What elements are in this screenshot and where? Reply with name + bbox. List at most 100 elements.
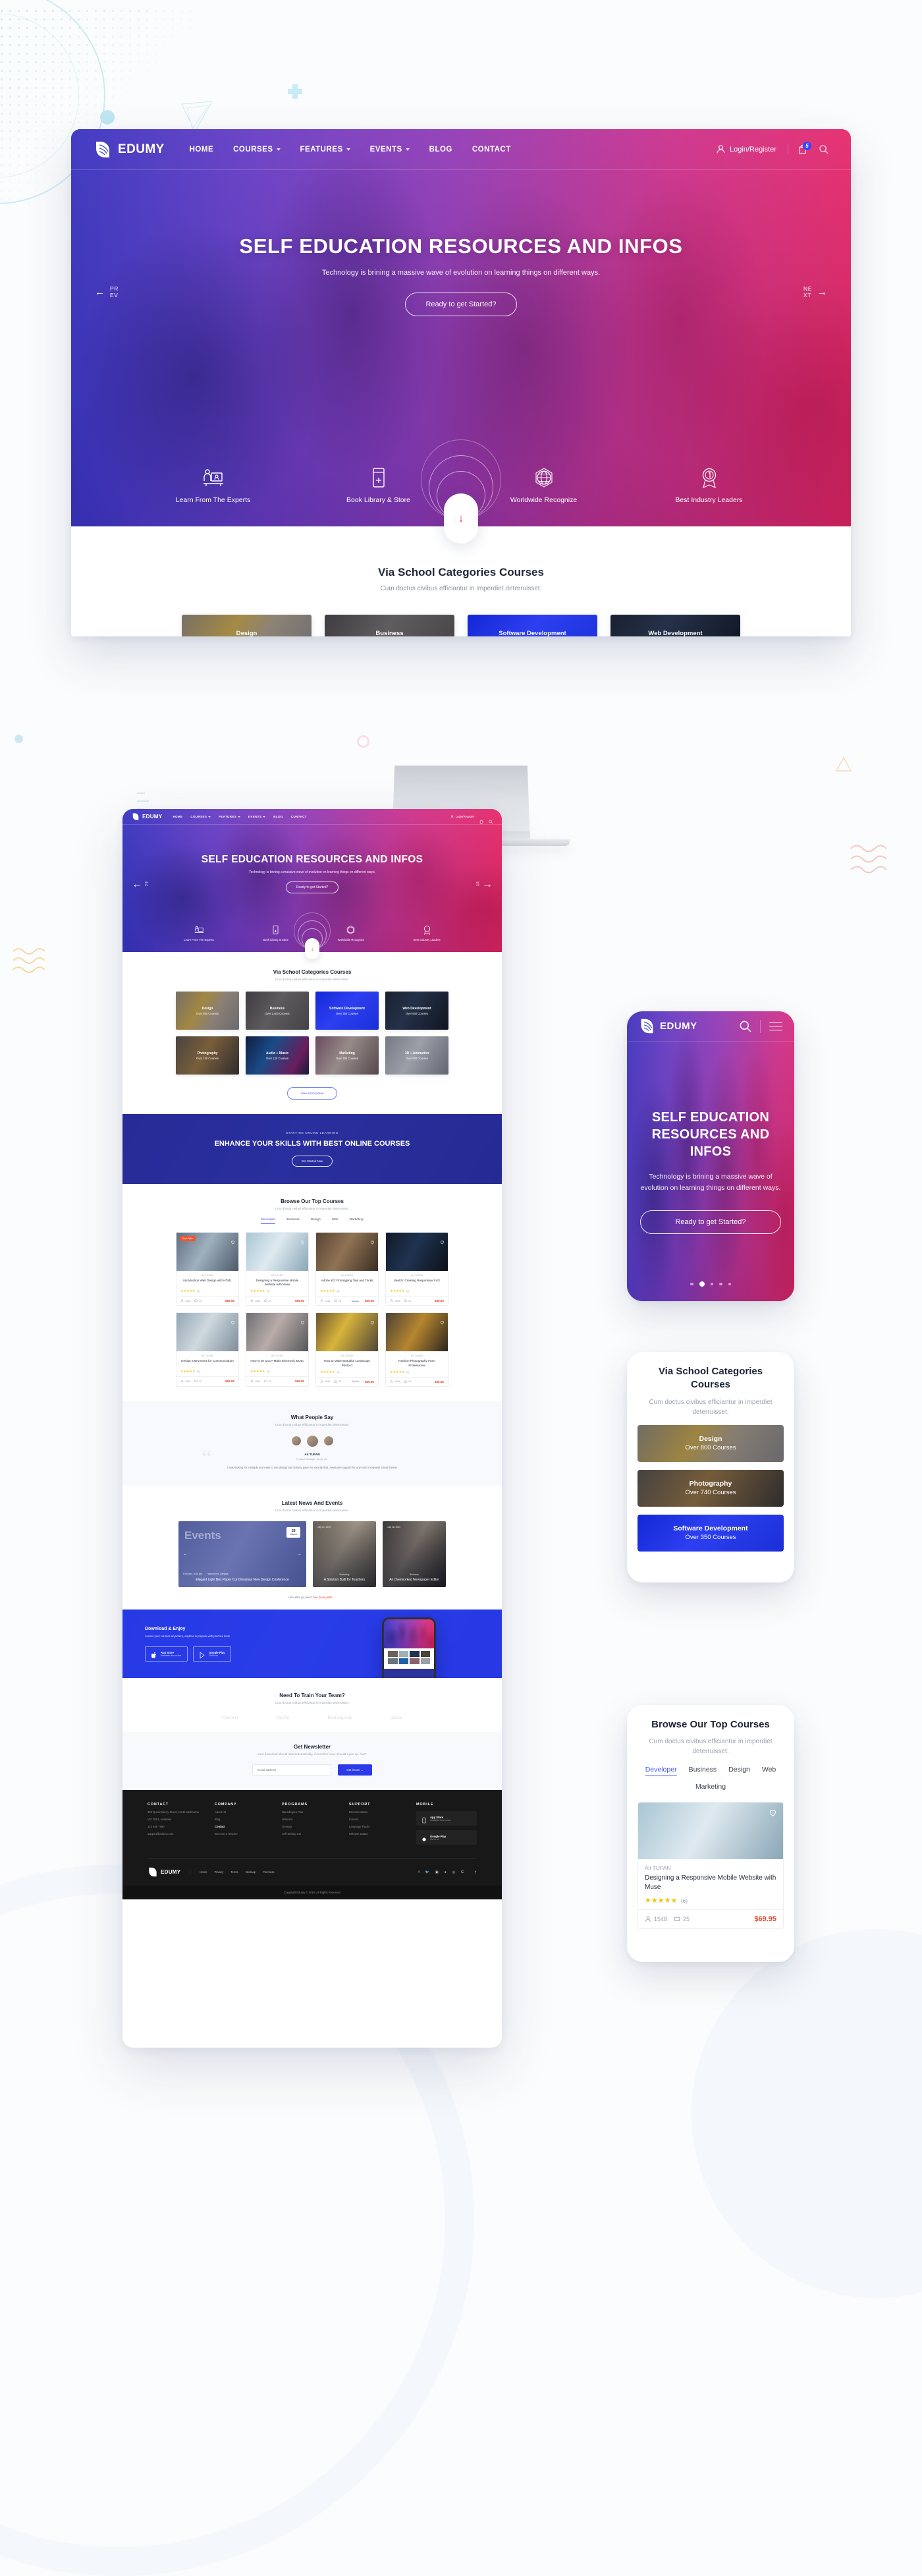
slider-dot[interactable] bbox=[728, 1282, 731, 1286]
tab-marketing[interactable]: Marketing bbox=[695, 1783, 726, 1793]
heart-icon[interactable] bbox=[300, 1236, 305, 1245]
category-card[interactable]: Marketing Over 280 Courses bbox=[315, 1036, 379, 1075]
footer-link[interactable]: About Us bbox=[215, 1810, 275, 1814]
course-card[interactable]: Ali TUFAN Designing a Responsive Mobile … bbox=[637, 1802, 784, 1930]
see-more-link[interactable]: See more posts bbox=[313, 1596, 332, 1599]
hamburger-menu-icon[interactable] bbox=[769, 1021, 782, 1031]
event-prev-button[interactable]: ← bbox=[183, 1552, 188, 1557]
footer-link[interactable]: Release Status bbox=[349, 1832, 410, 1835]
footer-google-play-button[interactable]: Google Play Get in on bbox=[416, 1830, 477, 1845]
view-all-courses-button[interactable]: View All Courses bbox=[286, 1087, 338, 1100]
slider-prev-button[interactable]: ← PR EV bbox=[132, 879, 148, 891]
nav-item-contact[interactable]: CONTACT bbox=[291, 815, 307, 818]
google-icon[interactable]: G bbox=[461, 1870, 464, 1874]
avatar[interactable] bbox=[323, 1435, 334, 1446]
heart-icon[interactable] bbox=[370, 1236, 375, 1245]
footer-link[interactable]: Self-Driving Car bbox=[282, 1832, 342, 1835]
hero-cta-button[interactable]: Ready to get Started? bbox=[640, 1210, 781, 1235]
course-card[interactable]: Ali TUFAN Fashion Photography From Profe… bbox=[385, 1312, 448, 1387]
feature-industry-leaders[interactable]: Best Industry Leaders bbox=[414, 925, 441, 941]
post-card[interactable]: July 21, 2019 Marketing A Solution Built… bbox=[313, 1521, 376, 1588]
back-to-top-button[interactable]: ↑ bbox=[474, 1869, 477, 1875]
feature-industry-leaders[interactable]: Best Industry Leaders bbox=[643, 466, 775, 504]
slider-dot[interactable] bbox=[719, 1282, 722, 1286]
slider-dot[interactable] bbox=[690, 1282, 693, 1286]
feature-learn-from-experts[interactable]: Learn From The Experts bbox=[148, 466, 279, 504]
instagram-icon[interactable]: ▣ bbox=[435, 1870, 439, 1874]
search-icon[interactable] bbox=[489, 815, 493, 824]
slider-prev-button[interactable]: ← PR EV bbox=[95, 285, 119, 299]
search-icon[interactable] bbox=[819, 144, 828, 154]
tab-design[interactable]: Design bbox=[311, 1218, 321, 1224]
avatar-active[interactable] bbox=[306, 1434, 319, 1447]
category-card[interactable]: Business Over 1,400 Courses bbox=[325, 615, 454, 636]
footer-link-purchase[interactable]: Purchase bbox=[263, 1870, 275, 1874]
nav-item-contact[interactable]: CONTACT bbox=[472, 146, 511, 154]
twitter-icon[interactable]: 🐦 bbox=[425, 1870, 429, 1874]
app-store-button[interactable]: App Store Available now on the bbox=[145, 1646, 188, 1662]
feature-book-library[interactable]: Book Library & Store bbox=[263, 925, 288, 941]
course-card[interactable]: Ali TUFAN Adobe XD: Prototyping Tips and… bbox=[315, 1232, 379, 1306]
slider-dot[interactable] bbox=[710, 1282, 713, 1286]
footer-app-store-button[interactable]: App Store Available now on the bbox=[416, 1811, 477, 1826]
brand-logo[interactable]: EDUMY bbox=[94, 140, 165, 159]
login-register-button[interactable]: Login/Register bbox=[716, 144, 776, 154]
slider-next-button[interactable]: NE XT → bbox=[803, 285, 827, 299]
footer-link-terms[interactable]: Terms bbox=[230, 1870, 238, 1874]
footer-link[interactable]: Veterans bbox=[282, 1818, 342, 1821]
footer-link-privacy[interactable]: Privacy bbox=[215, 1870, 224, 1874]
heart-icon[interactable] bbox=[440, 1236, 445, 1245]
feature-worldwide-recognize[interactable]: Worldwide Recognize bbox=[478, 466, 610, 504]
footer-link[interactable]: Documentation bbox=[349, 1810, 410, 1814]
login-register-button[interactable]: Login/Register bbox=[450, 815, 474, 818]
search-icon[interactable] bbox=[739, 1020, 751, 1032]
scroll-down-button[interactable]: ↓ bbox=[305, 938, 319, 959]
course-card[interactable]: Best Seller Ali TUFAN Introduction Web D… bbox=[176, 1232, 239, 1306]
footer-link[interactable]: Blog bbox=[215, 1818, 275, 1821]
course-card[interactable]: Ali TUFAN Designing a Responsive Mobile … bbox=[246, 1232, 309, 1306]
category-card[interactable]: Photography Over 740 Courses bbox=[176, 1036, 239, 1075]
nav-item-courses[interactable]: COURSES bbox=[233, 146, 281, 154]
tab-marketing[interactable]: Marketing bbox=[350, 1218, 364, 1224]
avatar[interactable] bbox=[290, 1435, 302, 1446]
footer-link[interactable]: Become a Teacher bbox=[215, 1832, 275, 1835]
dribbble-icon[interactable]: ● bbox=[445, 1870, 447, 1874]
heart-icon[interactable] bbox=[300, 1316, 305, 1325]
footer-link-sitemap[interactable]: Sitemap bbox=[246, 1870, 256, 1874]
hero-cta-button[interactable]: Ready to get Started? bbox=[285, 882, 339, 893]
google-play-button[interactable]: Google Play Get in on bbox=[193, 1646, 232, 1662]
scroll-down-button[interactable]: ↓ bbox=[444, 493, 478, 544]
newsletter-submit-button[interactable]: Get it now → bbox=[338, 1764, 372, 1776]
footer-link[interactable]: Forums bbox=[349, 1818, 410, 1821]
category-card[interactable]: 3D + Animation Over 900 Courses bbox=[385, 1036, 448, 1075]
tab-design[interactable]: Design bbox=[728, 1766, 750, 1776]
category-card-active[interactable]: Software Development Over 350 Courses bbox=[468, 615, 597, 636]
nav-item-events[interactable]: EVENTS bbox=[370, 146, 410, 154]
post-card[interactable]: July 28, 2019 Business An Overworked New… bbox=[383, 1521, 446, 1588]
banner-cta-button[interactable]: Get Started Now bbox=[291, 1156, 333, 1167]
event-next-button[interactable]: → bbox=[297, 1552, 302, 1557]
hero-cta-button[interactable]: Ready to get Started? bbox=[405, 293, 517, 316]
nav-item-home[interactable]: HOME bbox=[173, 815, 182, 818]
footer-link-home[interactable]: Home bbox=[200, 1870, 207, 1874]
slider-next-button[interactable]: NE XT → bbox=[476, 879, 493, 891]
course-card[interactable]: Ali TUFAN How to be a DJ? Make Electroni… bbox=[246, 1312, 309, 1387]
facebook-icon[interactable]: f bbox=[418, 1870, 419, 1874]
category-card[interactable]: Design Over 800 Courses bbox=[176, 992, 239, 1030]
category-card[interactable]: Audio + Music Over 120 Courses bbox=[246, 1036, 309, 1075]
nav-item-events[interactable]: EVENTS bbox=[248, 815, 266, 818]
nav-item-courses[interactable]: COURSES bbox=[190, 815, 211, 818]
nav-item-features[interactable]: FEATURES bbox=[219, 815, 241, 818]
newsletter-email-input[interactable] bbox=[252, 1764, 332, 1776]
footer-link-active[interactable]: Contact bbox=[215, 1825, 275, 1828]
category-card[interactable]: Web Development Over 640 Courses bbox=[385, 992, 448, 1030]
category-card[interactable]: Design Over 800 Courses bbox=[182, 615, 312, 636]
course-card[interactable]: Ali TUFAN Design Instruments for Communi… bbox=[176, 1312, 239, 1387]
heart-icon[interactable] bbox=[370, 1316, 375, 1325]
category-card[interactable]: Business Over 1,400 Courses bbox=[246, 992, 309, 1030]
course-card[interactable]: Ali TUFAN How to Make Beautiful Landscap… bbox=[315, 1312, 379, 1387]
category-card[interactable]: Design Over 800 Courses bbox=[637, 1424, 784, 1462]
pinterest-icon[interactable]: ◎ bbox=[452, 1870, 455, 1874]
category-card-active[interactable]: Software Development Over 350 Courses bbox=[637, 1514, 784, 1552]
tab-developer[interactable]: Developer bbox=[261, 1218, 276, 1224]
